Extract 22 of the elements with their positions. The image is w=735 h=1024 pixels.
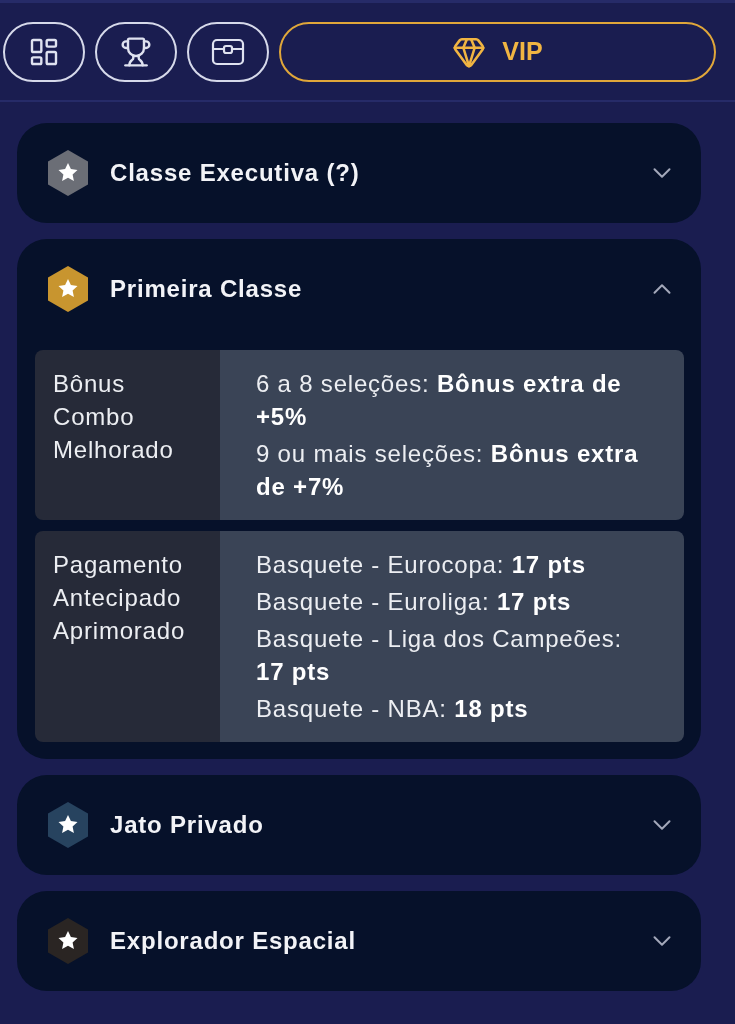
benefit-line: Basquete - Euroliga: 17 pts (256, 587, 573, 617)
tier-title: Jato Privado (110, 811, 265, 839)
dashboard-button[interactable] (3, 21, 85, 82)
tier-title: Primeira Classe (110, 275, 304, 303)
benefit-label: Bônus Combo Melhorado (35, 350, 220, 520)
trophy-icon (120, 35, 152, 68)
chest-button[interactable] (187, 21, 269, 82)
tier-header[interactable]: Explorador Espacial (17, 891, 701, 991)
benefit-line: Basquete - NBA: 18 pts (256, 694, 530, 724)
benefit-label: Pagamento Antecipado Aprimorado (35, 531, 220, 742)
benefit-line: 6 a 8 seleções: Bônus extra de +5% (256, 369, 623, 432)
benefit-line: 9 ou mais seleções: Bônus extra de +7% (256, 439, 640, 502)
tier-header[interactable]: Classe Executiva (?) (17, 123, 701, 223)
tier-title: Explorador Espacial (110, 927, 357, 955)
benefit-line: Basquete - Eurocopa: 17 pts (256, 550, 587, 580)
tier-title: Classe Executiva (?) (110, 159, 361, 187)
vip-button[interactable]: VIP (279, 21, 716, 82)
tier-header[interactable]: Primeira Classe (17, 239, 701, 339)
benefit-line: Basquete - Liga dos Campeões: 17 pts (256, 624, 624, 687)
tier-header[interactable]: Jato Privado (17, 775, 701, 875)
chest-icon (211, 36, 245, 67)
trophy-button[interactable] (95, 21, 177, 82)
